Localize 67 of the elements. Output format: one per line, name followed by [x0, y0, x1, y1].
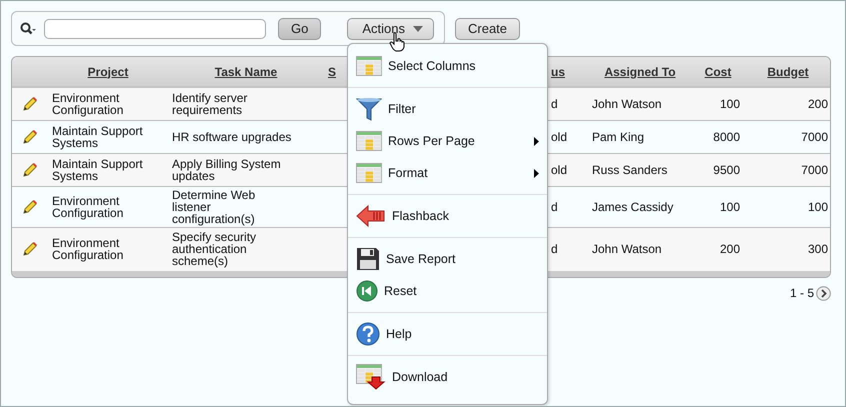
table-cell: old: [551, 162, 568, 176]
next-page-button[interactable]: [816, 286, 831, 300]
funnel-icon: [356, 97, 382, 121]
table-cell: Environment Configuration: [52, 90, 124, 117]
table-cell: 300: [808, 242, 828, 256]
grid-icon: [356, 163, 382, 183]
table-cell: 200: [720, 242, 740, 256]
table-cell: 200: [808, 96, 828, 111]
rewind-icon: [356, 280, 378, 302]
table-cell: 100: [720, 96, 740, 111]
table-cell: James Cassidy: [592, 200, 674, 214]
submenu-arrow-icon: [534, 136, 539, 146]
table-cell: d: [551, 242, 558, 256]
menu-item[interactable]: Reset: [348, 275, 547, 307]
submenu-arrow-icon: [534, 168, 539, 178]
left-arrow-icon: [356, 205, 386, 227]
table-cell: Specify security authentication scheme(s): [172, 230, 256, 268]
table-cell: 100: [808, 200, 828, 214]
table-cell: Environment Configuration: [52, 194, 124, 220]
menu-item[interactable]: Rows Per Page: [348, 125, 547, 157]
search-icon: [20, 22, 36, 36]
go-button[interactable]: Go: [278, 18, 322, 40]
table-cell: d: [551, 200, 558, 214]
table-cell: Determine Web listener configuration(s): [172, 188, 256, 226]
column-header[interactable]: S: [328, 64, 336, 78]
table-cell: HR software upgrades: [172, 130, 292, 144]
pencil-icon: [22, 241, 38, 258]
table-cell: 7000: [801, 130, 828, 144]
table-cell: Pam King: [592, 130, 644, 144]
create-button[interactable]: Create: [455, 18, 520, 40]
table-cell: Maintain Support Systems: [52, 156, 143, 182]
table-cell: 9500: [713, 162, 740, 176]
next-icon: [816, 286, 831, 300]
column-header[interactable]: us: [551, 64, 566, 78]
table-cell: old: [551, 130, 568, 144]
table-cell: Maintain Support Systems: [52, 124, 143, 150]
help-icon: [356, 322, 380, 346]
table-cell: John Watson: [592, 242, 662, 256]
table-cell: Russ Sanders: [592, 162, 668, 176]
pagination-range: 1 - 5: [790, 285, 814, 302]
menu-item[interactable]: Save Report: [348, 243, 547, 275]
menu-item[interactable]: Help: [348, 318, 547, 350]
table-cell: John Watson: [592, 96, 662, 111]
table-cell: d: [551, 96, 558, 111]
table-cell: Identify server requirements: [172, 90, 248, 117]
table-cell: 8000: [713, 130, 740, 144]
menu-item[interactable]: Filter: [348, 93, 547, 125]
actions-button[interactable]: Actions: [347, 18, 434, 40]
column-header[interactable]: Task Name: [214, 64, 278, 78]
download-icon: [356, 364, 386, 390]
pencil-icon: [22, 96, 38, 112]
grid-icon: [356, 131, 382, 151]
table-cell: Environment Configuration: [52, 236, 124, 262]
menu-item[interactable]: Select Columns: [348, 50, 547, 82]
menu-item[interactable]: Format: [348, 157, 547, 189]
pencil-icon: [22, 198, 38, 214]
column-header[interactable]: Project: [88, 64, 128, 78]
menu-item[interactable]: Download: [348, 361, 547, 393]
table-cell: Apply Billing System updates: [172, 156, 281, 182]
caret-icon: [412, 26, 423, 32]
table-cell: 100: [720, 200, 740, 214]
pencil-icon: [22, 128, 38, 144]
search-field[interactable]: [44, 18, 266, 38]
menu-item[interactable]: Flashback: [348, 200, 547, 232]
pencil-icon: [22, 162, 38, 178]
columns-icon: [356, 56, 382, 76]
table-cell: 7000: [801, 162, 828, 176]
